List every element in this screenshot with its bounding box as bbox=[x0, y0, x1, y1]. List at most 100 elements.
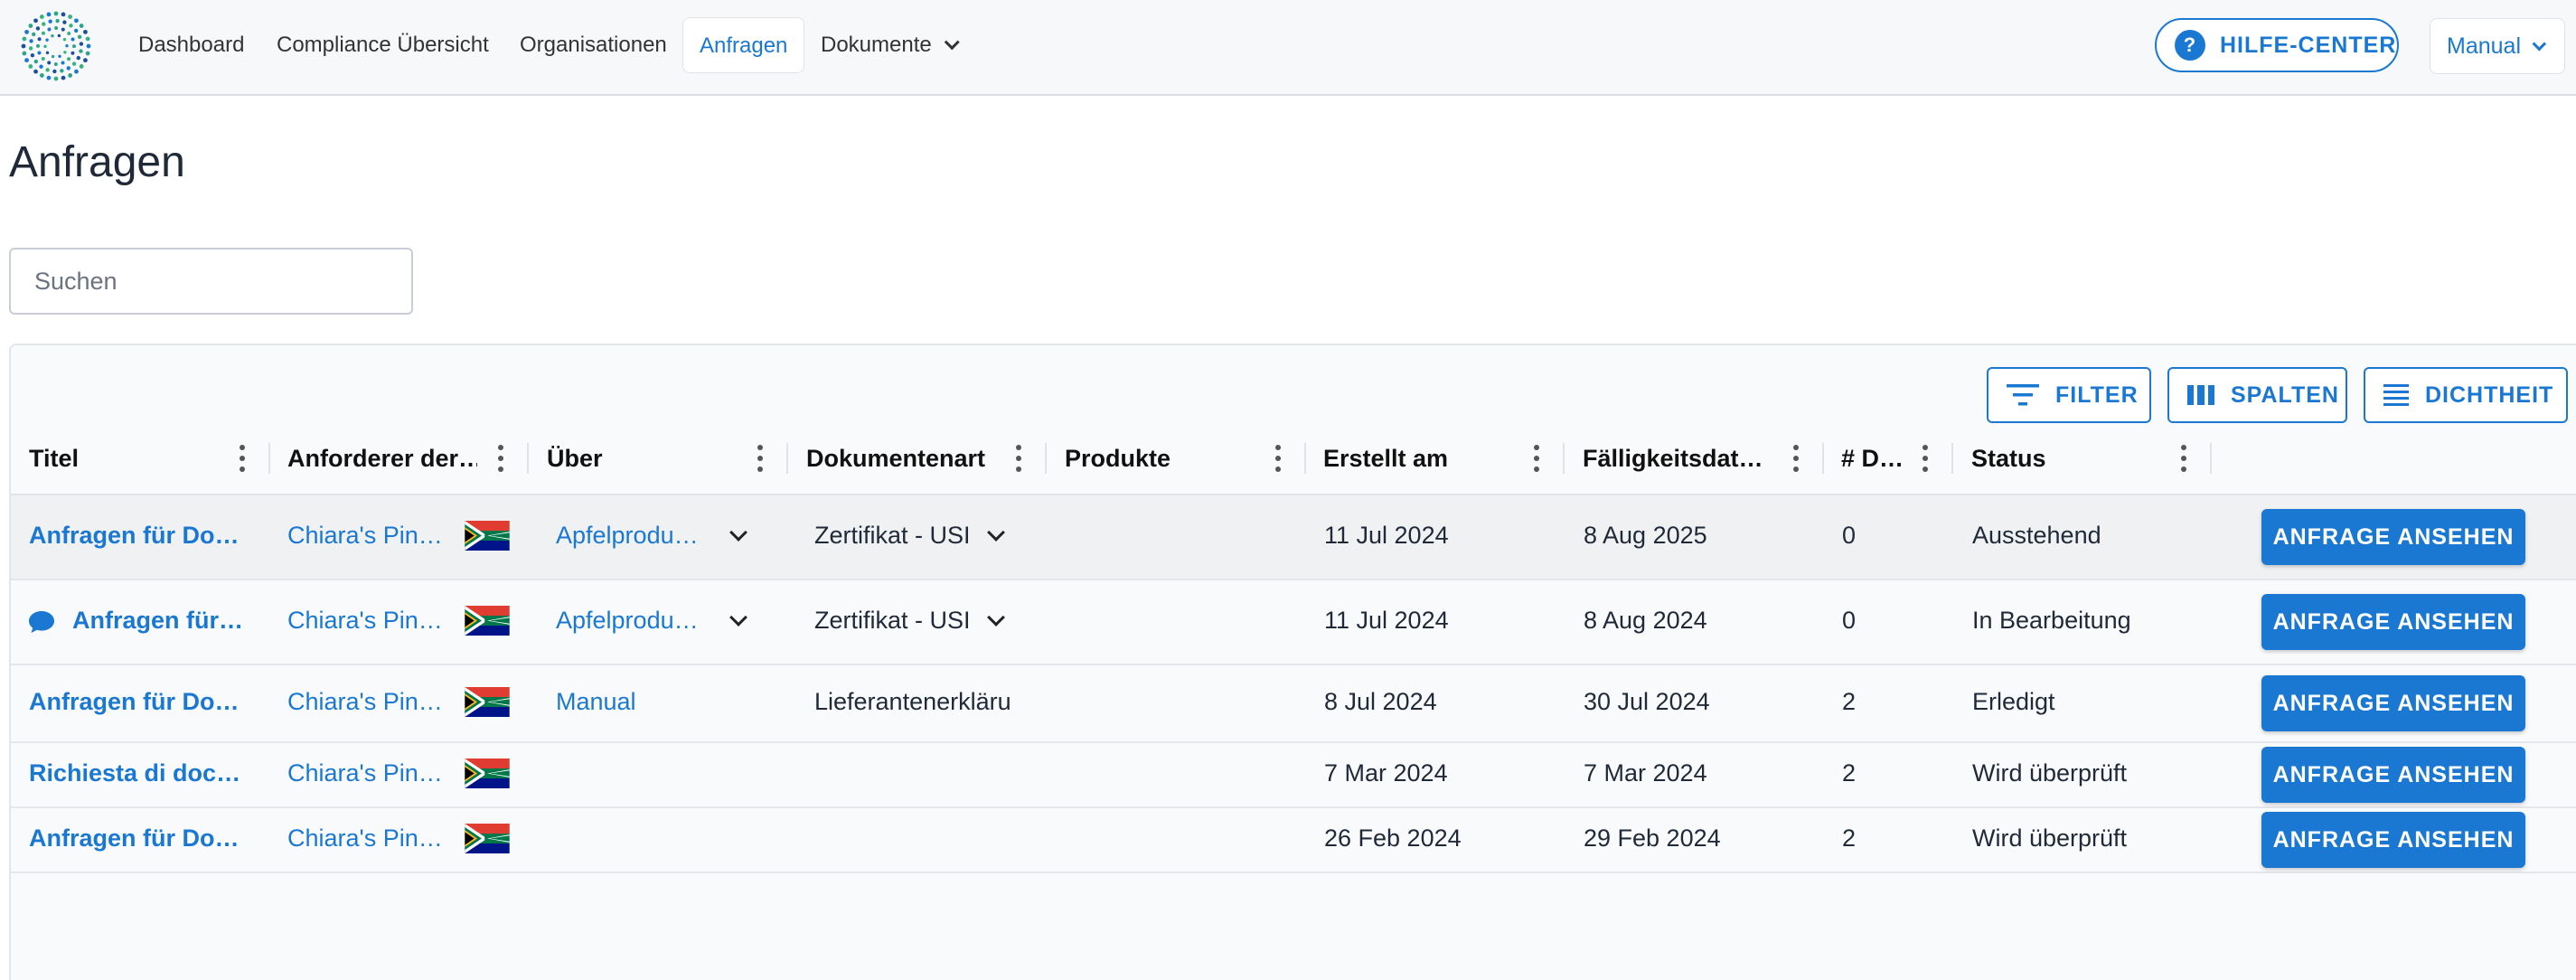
filter-icon bbox=[2007, 384, 2039, 406]
column-separator[interactable] bbox=[1304, 443, 1306, 474]
south-africa-flag-icon bbox=[465, 687, 510, 717]
row-doc-count: 2 bbox=[1842, 688, 1857, 715]
page-title: Anfragen bbox=[9, 138, 185, 186]
column-header-count[interactable]: # D… bbox=[1841, 434, 1909, 483]
row-due: 29 Feb 2024 bbox=[1584, 825, 1721, 852]
row-doc-count: 2 bbox=[1842, 759, 1857, 787]
column-header-doctype[interactable]: Dokumentenart bbox=[806, 434, 1005, 483]
nav-dokumente[interactable]: Dokumente bbox=[804, 17, 970, 73]
columns-button[interactable]: SPALTEN bbox=[2167, 367, 2347, 423]
row-requester-link[interactable]: Chiara's Pin… bbox=[287, 825, 459, 853]
nav-anfragen[interactable]: Anfragen bbox=[682, 17, 805, 73]
row-doctype: Zertifikat - USI bbox=[814, 522, 971, 549]
columns-label: SPALTEN bbox=[2231, 382, 2339, 408]
search-input[interactable] bbox=[9, 248, 413, 315]
row-doc-count: 0 bbox=[1842, 607, 1857, 634]
column-header-requester[interactable]: Anforderer der… bbox=[287, 434, 477, 483]
density-label: DICHTHEIT bbox=[2425, 382, 2554, 408]
help-center-label: HILFE-CENTER bbox=[2220, 32, 2397, 58]
row-doc-count: 2 bbox=[1842, 825, 1857, 852]
row-requester-link[interactable]: Chiara's Pin… bbox=[287, 759, 459, 787]
column-menu-icon[interactable] bbox=[498, 445, 503, 472]
nav-dashboard[interactable]: Dashboard bbox=[122, 17, 260, 73]
view-request-button[interactable]: ANFRAGE ANSEHEN bbox=[2261, 509, 2525, 565]
row-about-link[interactable]: Apfelprodu… bbox=[556, 607, 710, 635]
column-menu-icon[interactable] bbox=[1793, 445, 1799, 472]
row-doctype: Lieferantenerkläru bbox=[814, 688, 1011, 715]
south-africa-flag-icon bbox=[465, 521, 510, 551]
column-separator[interactable] bbox=[786, 443, 788, 474]
filter-button[interactable]: FILTER bbox=[1987, 367, 2151, 423]
chevron-down-icon bbox=[944, 34, 960, 51]
south-africa-flag-icon bbox=[465, 824, 510, 853]
row-status: In Bearbeitung bbox=[1972, 607, 2131, 634]
row-due: 8 Aug 2024 bbox=[1584, 607, 1707, 634]
density-icon bbox=[2383, 384, 2409, 406]
nav-dokumente-label: Dokumente bbox=[821, 33, 932, 57]
chevron-down-icon bbox=[2532, 36, 2547, 51]
column-header-due[interactable]: Fälligkeitsdat… bbox=[1583, 434, 1768, 483]
row-requester-link[interactable]: Chiara's Pin… bbox=[287, 607, 459, 635]
row-due: 7 Mar 2024 bbox=[1584, 759, 1707, 787]
view-request-button[interactable]: ANFRAGE ANSEHEN bbox=[2261, 675, 2525, 731]
user-menu-label: Manual bbox=[2447, 33, 2521, 59]
row-about-link[interactable]: Manual bbox=[556, 688, 710, 716]
row-title-link[interactable]: Richiesta di docu… bbox=[29, 759, 246, 787]
logo-icon[interactable] bbox=[20, 10, 92, 82]
row-status: Wird überprüft bbox=[1972, 825, 2128, 852]
column-menu-icon[interactable] bbox=[1923, 445, 1928, 472]
row-status: Erledigt bbox=[1972, 688, 2055, 715]
help-icon: ? bbox=[2175, 30, 2205, 61]
south-africa-flag-icon bbox=[465, 759, 510, 788]
row-created: 7 Mar 2024 bbox=[1324, 759, 1448, 787]
row-due: 8 Aug 2025 bbox=[1584, 522, 1707, 549]
top-navigation: Dashboard Compliance Übersicht Organisat… bbox=[0, 0, 2576, 96]
south-africa-flag-icon bbox=[465, 606, 510, 636]
row-doc-count: 0 bbox=[1842, 522, 1857, 549]
row-created: 26 Feb 2024 bbox=[1324, 825, 1462, 852]
column-header-status[interactable]: Status bbox=[1971, 434, 2152, 483]
view-request-button[interactable]: ANFRAGE ANSEHEN bbox=[2261, 747, 2525, 803]
column-menu-icon[interactable] bbox=[1534, 445, 1539, 472]
column-separator[interactable] bbox=[2210, 443, 2212, 474]
row-due: 30 Jul 2024 bbox=[1584, 688, 1710, 715]
row-title-link[interactable]: Anfragen für Dok… bbox=[29, 522, 246, 550]
help-center-button[interactable]: ? HILFE-CENTER bbox=[2155, 18, 2399, 72]
row-requester-link[interactable]: Chiara's Pin… bbox=[287, 522, 459, 550]
column-menu-icon[interactable] bbox=[1016, 445, 1021, 472]
column-header-title[interactable]: Titel bbox=[29, 434, 210, 483]
nav-organisationen[interactable]: Organisationen bbox=[503, 17, 683, 73]
column-menu-icon[interactable] bbox=[2181, 445, 2186, 472]
row-status: Wird überprüft bbox=[1972, 759, 2128, 787]
column-separator[interactable] bbox=[1563, 443, 1565, 474]
view-request-button[interactable]: ANFRAGE ANSEHEN bbox=[2261, 812, 2525, 868]
column-header-created[interactable]: Erstellt am bbox=[1323, 434, 1504, 483]
view-request-button[interactable]: ANFRAGE ANSEHEN bbox=[2261, 594, 2525, 650]
row-status: Ausstehend bbox=[1972, 522, 2101, 549]
column-header-products[interactable]: Produkte bbox=[1065, 434, 1246, 483]
row-created: 8 Jul 2024 bbox=[1324, 688, 1437, 715]
row-created: 11 Jul 2024 bbox=[1324, 522, 1449, 549]
column-header-about[interactable]: Über bbox=[547, 434, 728, 483]
row-about-link[interactable]: Apfelprodu… bbox=[556, 522, 710, 550]
columns-icon bbox=[2187, 385, 2214, 405]
column-menu-icon[interactable] bbox=[240, 445, 245, 472]
row-requester-link[interactable]: Chiara's Pin… bbox=[287, 688, 459, 716]
density-button[interactable]: DICHTHEIT bbox=[2364, 367, 2568, 423]
row-title-link[interactable]: Anfragen für Dok… bbox=[29, 688, 246, 716]
column-separator[interactable] bbox=[1822, 443, 1824, 474]
column-separator[interactable] bbox=[1951, 443, 1953, 474]
comment-icon[interactable] bbox=[28, 609, 55, 635]
column-separator[interactable] bbox=[527, 443, 529, 474]
row-doctype: Zertifikat - USI bbox=[814, 607, 971, 634]
filter-label: FILTER bbox=[2055, 382, 2139, 408]
user-menu-button[interactable]: Manual bbox=[2430, 18, 2565, 74]
row-created: 11 Jul 2024 bbox=[1324, 607, 1449, 634]
column-menu-icon[interactable] bbox=[1275, 445, 1281, 472]
column-separator[interactable] bbox=[1045, 443, 1047, 474]
column-separator[interactable] bbox=[268, 443, 270, 474]
column-menu-icon[interactable] bbox=[757, 445, 763, 472]
row-title-link[interactable]: Anfragen für Dok… bbox=[29, 825, 246, 853]
nav-compliance[interactable]: Compliance Übersicht bbox=[260, 17, 505, 73]
row-title-link[interactable]: Anfragen für … bbox=[72, 607, 244, 635]
